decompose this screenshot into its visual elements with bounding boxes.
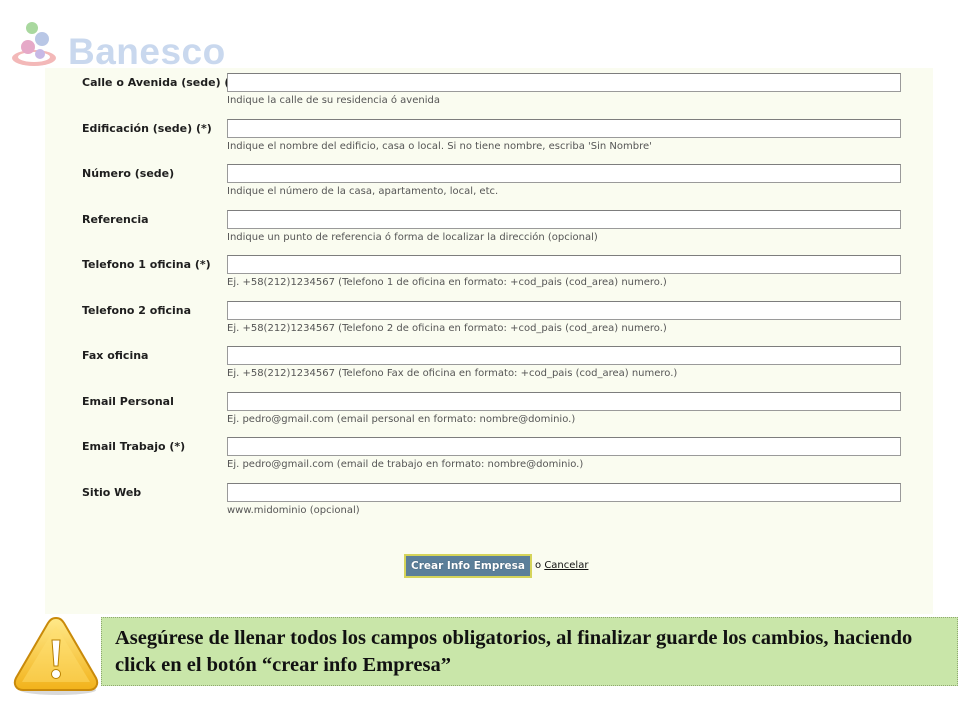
field-label: Edificación (sede) (*) [82,121,212,135]
field-hint: Indique la calle de su residencia ó aven… [227,95,440,106]
sitio-web-input[interactable] [227,482,901,502]
referencia-input[interactable] [227,209,901,229]
telefono-2-input[interactable] [227,300,901,320]
field-label: Telefono 1 oficina (*) [82,258,211,271]
field-calle-avenida: Calle o Avenida (sede) (*) Indique la ca… [45,68,933,112]
warning-triangle-icon [13,616,99,695]
field-telefono-2: Telefono 2 oficina Ej. +58(212)1234567 (… [45,296,933,340]
field-hint: www.midominio (opcional) [227,504,360,516]
email-personal-input[interactable] [227,391,901,411]
cancel-link[interactable]: Cancelar [544,560,588,571]
field-label: Número (sede) [82,167,175,180]
field-label: Fax oficina [82,349,149,362]
field-label: Email Trabajo (*) [82,440,186,453]
banesco-logo: Banesco [10,14,250,72]
field-email-personal: Email Personal Ej. pedro@gmail.com (emai… [45,387,933,431]
cancel-prefix: o [535,560,542,571]
field-referencia: Referencia Indique un punto de referenci… [45,205,933,249]
field-fax: Fax oficina Ej. +58(212)1234567 (Telefon… [45,341,933,385]
field-label: Sitio Web [82,485,142,499]
field-label: Calle o Avenida (sede) (*) [82,76,241,89]
field-hint: Indique el número de la casa, apartament… [227,186,499,197]
field-hint: Ej. +58(212)1234567 (Telefono 1 de ofici… [227,277,667,288]
field-sitio-web: Sitio Web www.midominio (opcional) [45,478,933,522]
field-label: Email Personal [82,394,174,408]
warning-text: Asegúrese de llenar todos los campos obl… [115,627,913,676]
field-label: Telefono 2 oficina [82,303,192,317]
field-hint: Ej. +58(212)1234567 (Telefono 2 de ofici… [227,322,667,334]
field-email-trabajo: Email Trabajo (*) Ej. pedro@gmail.com (e… [45,432,933,476]
calle-avenida-input[interactable] [227,73,901,92]
field-hint: Indique el nombre del edificio, casa o l… [227,140,652,152]
field-hint: Ej. pedro@gmail.com (email personal en f… [227,413,576,425]
field-numero: Número (sede) Indique el número de la ca… [45,159,933,203]
company-info-form: Calle o Avenida (sede) (*) Indique la ca… [45,68,933,614]
fax-input[interactable] [227,346,901,365]
field-hint: Indique un punto de referencia ó forma d… [227,231,598,243]
numero-input[interactable] [227,164,901,183]
field-telefono-1: Telefono 1 oficina (*) Ej. +58(212)12345… [45,250,933,294]
edificacion-input[interactable] [227,118,901,138]
crear-info-empresa-button[interactable]: Crear Info Empresa [404,554,532,578]
telefono-1-input[interactable] [227,255,901,274]
field-edificacion: Edificación (sede) (*) Indique el nombre… [45,114,933,158]
field-hint: Ej. pedro@gmail.com (email de trabajo en… [227,459,584,470]
brand-name: Banesco [68,31,226,72]
banesco-logo-icon [12,22,56,66]
email-trabajo-input[interactable] [227,437,901,456]
warning-message-box: Asegúrese de llenar todos los campos obl… [101,617,958,686]
cancel-action: o Cancelar [535,560,588,571]
field-label: Referencia [82,212,149,226]
field-hint: Ej. +58(212)1234567 (Telefono Fax de ofi… [227,368,678,379]
